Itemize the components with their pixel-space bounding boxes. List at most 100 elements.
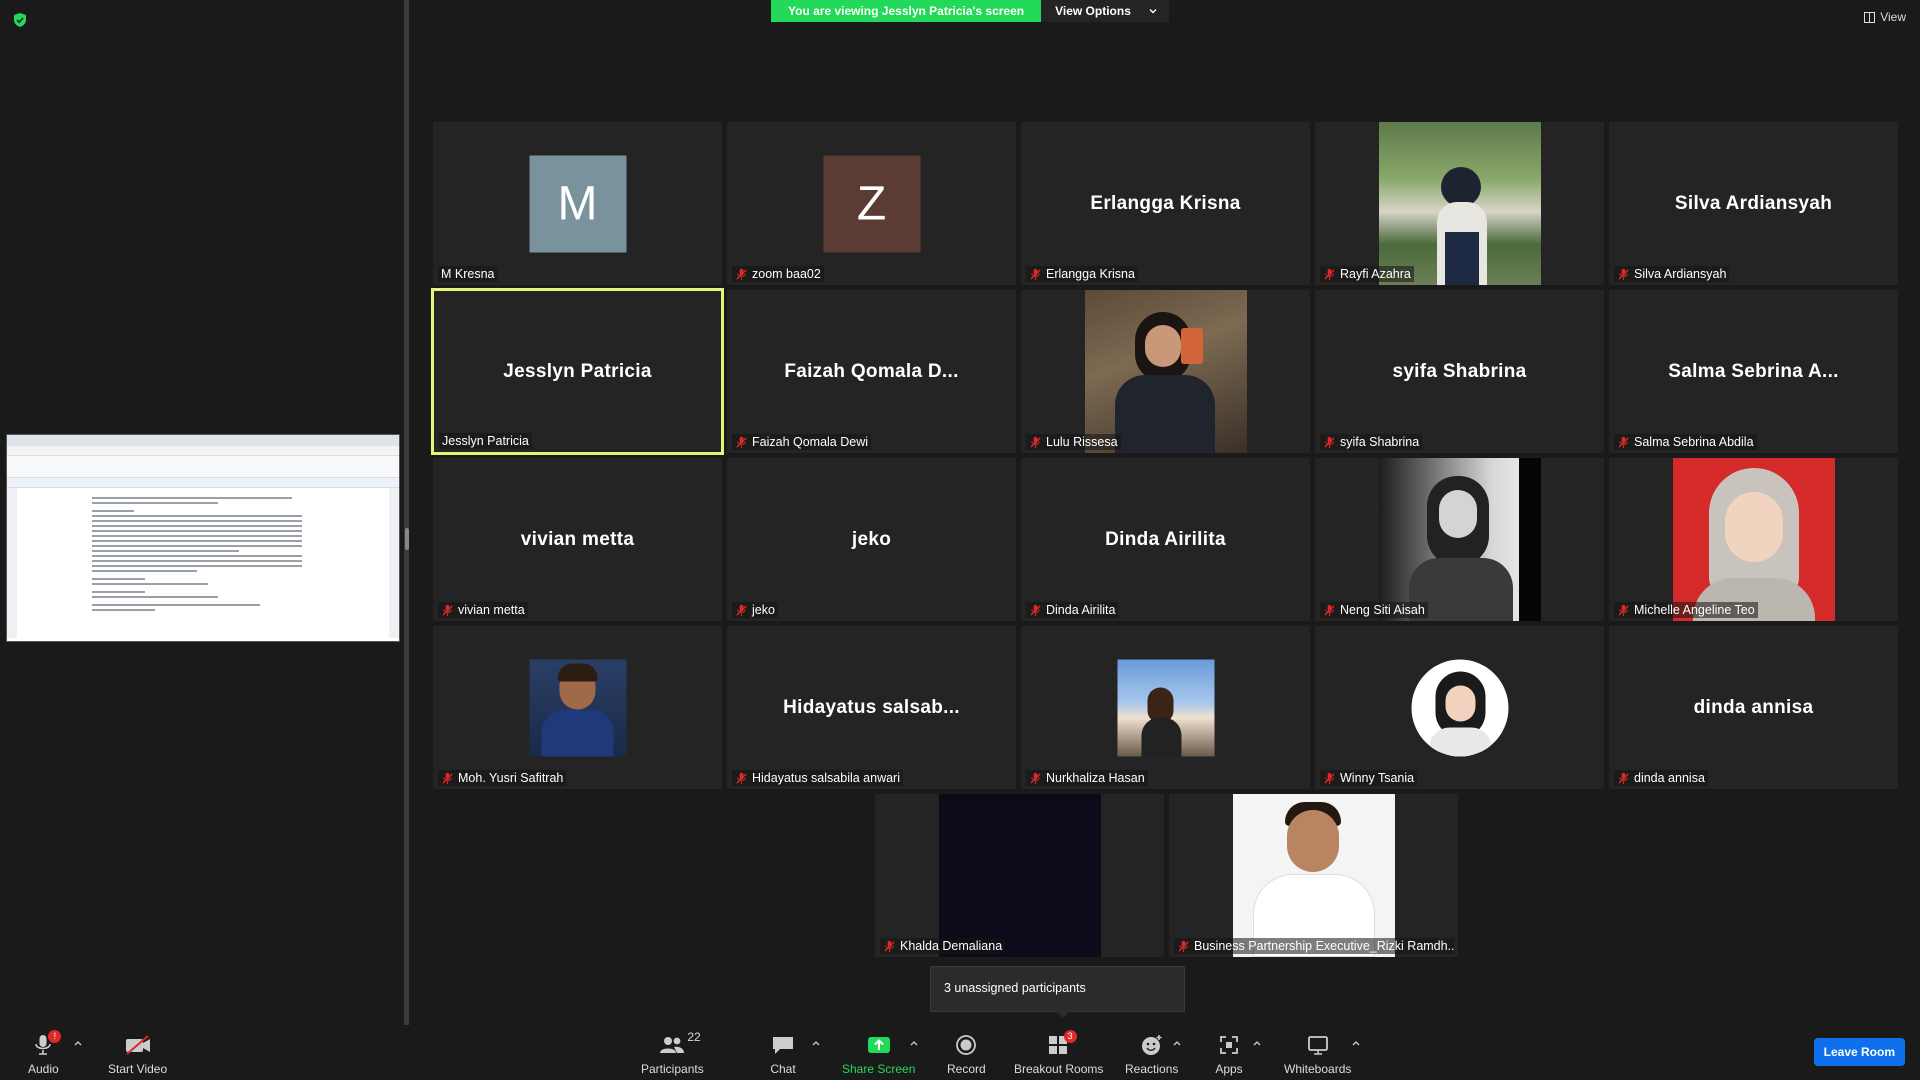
participant-name-label: syifa Shabrina	[1320, 434, 1423, 450]
start-video-button[interactable]: Start Video	[108, 1033, 167, 1076]
participant-name: Rayfi Azahra	[1340, 267, 1411, 281]
participant-tile[interactable]: Hidayatus salsab... Hidayatus salsabila …	[727, 626, 1016, 789]
audio-label: Audio	[28, 1062, 59, 1076]
audio-button[interactable]: ! Audio	[28, 1030, 62, 1076]
leave-room-button[interactable]: Leave Room	[1813, 1038, 1905, 1066]
viewing-screen-text: You are viewing Jesslyn Patricia's scree…	[771, 0, 1042, 22]
participant-name: Khalda Demaliana	[900, 939, 1003, 953]
apps-button[interactable]: Apps	[1215, 1033, 1243, 1076]
participant-name-label: Nurkhaliza Hasan	[1026, 770, 1148, 786]
participants-button[interactable]: 22 Participants	[641, 1030, 704, 1076]
reactions-label: Reactions	[1125, 1062, 1179, 1076]
participant-tile[interactable]: Dinda Airilita Dinda Airilita	[1021, 458, 1310, 621]
participant-tile[interactable]: Nurkhaliza Hasan	[1021, 626, 1310, 789]
participant-name: Winny Tsania	[1340, 771, 1415, 785]
panel-divider[interactable]	[404, 0, 409, 1025]
mic-muted-icon	[1618, 604, 1629, 616]
reactions-options-caret-icon[interactable]	[1173, 1040, 1181, 1046]
participant-tile[interactable]: Business Partnership Executive_Rizki Ram…	[1169, 794, 1458, 957]
participant-tile[interactable]: Winny Tsania	[1315, 626, 1604, 789]
participant-big-name: jeko	[851, 528, 892, 550]
avatar-letter: M	[557, 177, 598, 230]
participant-name-label: Erlangga Krisna	[1026, 266, 1138, 282]
participant-tile[interactable]: Erlangga Krisna Erlangga Krisna	[1021, 122, 1310, 285]
participant-tile[interactable]: vivian metta vivian metta	[433, 458, 722, 621]
share-banner: You are viewing Jesslyn Patricia's scree…	[771, 0, 1169, 22]
mic-muted-icon	[884, 940, 895, 952]
breakout-rooms-button[interactable]: 3 Breakout Rooms	[1014, 1030, 1103, 1076]
reactions-icon	[1138, 1033, 1166, 1057]
participant-name: Faizah Qomala Dewi	[752, 435, 869, 449]
mic-muted-icon	[736, 772, 747, 784]
participant-name-label: vivian metta	[438, 602, 528, 618]
chat-options-caret-icon[interactable]	[812, 1040, 820, 1046]
participant-tile[interactable]: syifa Shabrina syifa Shabrina	[1315, 290, 1604, 453]
participant-tile[interactable]: M M Kresna	[433, 122, 722, 285]
participant-photo	[1378, 122, 1541, 285]
participant-name-label: dinda annisa	[1614, 770, 1708, 786]
participant-big-name: dinda annisa	[1693, 696, 1814, 718]
audio-options-caret-icon[interactable]	[74, 1040, 82, 1046]
participant-name: jeko	[752, 603, 775, 617]
chat-button[interactable]: Chat	[769, 1033, 797, 1076]
whiteboards-label: Whiteboards	[1284, 1062, 1352, 1076]
participant-big-name: Silva Ardiansyah	[1674, 192, 1833, 214]
participant-tile[interactable]: Khalda Demaliana	[875, 794, 1164, 957]
participant-tile[interactable]: dinda annisa dinda annisa	[1609, 626, 1898, 789]
participant-tile[interactable]: jeko jeko	[727, 458, 1016, 621]
zoom-meeting-window: You are viewing Jesslyn Patricia's scree…	[0, 0, 1920, 1080]
whiteboards-button[interactable]: Whiteboards	[1284, 1033, 1351, 1076]
participant-tile[interactable]: Silva Ardiansyah Silva Ardiansyah	[1609, 122, 1898, 285]
mic-muted-icon	[1324, 268, 1335, 280]
chat-label: Chat	[770, 1062, 796, 1076]
apps-label: Apps	[1215, 1062, 1243, 1076]
participant-name-label: Rayfi Azahra	[1320, 266, 1414, 282]
meeting-toolbar: ! Audio Start Video 22 Participants Chat	[0, 1025, 1920, 1080]
participant-name-label: Winny Tsania	[1320, 770, 1418, 786]
whiteboard-icon	[1304, 1033, 1332, 1057]
participant-tile[interactable]: Lulu Rissesa	[1021, 290, 1310, 453]
participant-name: Salma Sebrina Abdila	[1634, 435, 1754, 449]
breakout-rooms-icon: 3	[1045, 1030, 1077, 1057]
view-button[interactable]: View	[1864, 10, 1906, 24]
participants-label: Participants	[641, 1062, 704, 1076]
share-options-caret-icon[interactable]	[910, 1040, 918, 1046]
participant-name: zoom baa02	[752, 267, 821, 281]
mic-muted-icon	[442, 772, 453, 784]
resize-handle[interactable]	[405, 528, 409, 550]
participant-tile[interactable]: Z zoom baa02	[727, 122, 1016, 285]
participant-name-label: Silva Ardiansyah	[1614, 266, 1730, 282]
participant-tile-active-speaker[interactable]: Jesslyn Patricia Jesslyn Patricia	[431, 288, 724, 455]
share-screen-button[interactable]: Share Screen	[842, 1033, 915, 1076]
participant-tile[interactable]: Moh. Yusri Safitrah	[433, 626, 722, 789]
avatar-letter: Z	[856, 177, 887, 230]
participant-tile[interactable]: Faizah Qomala D... Faizah Qomala Dewi	[727, 290, 1016, 453]
participant-name: Moh. Yusri Safitrah	[458, 771, 564, 785]
whiteboards-options-caret-icon[interactable]	[1352, 1040, 1360, 1046]
view-label: View	[1880, 10, 1906, 24]
participant-name: Silva Ardiansyah	[1634, 267, 1727, 281]
mic-muted-icon	[1030, 268, 1041, 280]
participant-tile[interactable]: Neng Siti Aisah	[1315, 458, 1604, 621]
mic-muted-icon	[1324, 604, 1335, 616]
participant-tile[interactable]: Salma Sebrina A... Salma Sebrina Abdila	[1609, 290, 1898, 453]
participant-tile[interactable]: Michelle Angeline Teo	[1609, 458, 1898, 621]
participant-big-name: Dinda Airilita	[1105, 528, 1226, 550]
view-options-label: View Options	[1055, 4, 1131, 18]
participant-big-name: Hidayatus salsab...	[783, 696, 960, 718]
tooltip-text: 3 unassigned participants	[944, 981, 1086, 995]
shared-screen-thumbnail[interactable]	[6, 434, 400, 642]
shield-icon[interactable]	[12, 12, 28, 28]
reactions-button[interactable]: Reactions	[1125, 1033, 1178, 1076]
participant-tile[interactable]: Rayfi Azahra	[1315, 122, 1604, 285]
mic-muted-icon	[1324, 772, 1335, 784]
participant-name-label: Neng Siti Aisah	[1320, 602, 1428, 618]
apps-options-caret-icon[interactable]	[1253, 1040, 1261, 1046]
participant-name: Lulu Rissesa	[1046, 435, 1118, 449]
record-button[interactable]: Record	[947, 1033, 986, 1076]
participant-name: Hidayatus salsabila anwari	[752, 771, 900, 785]
view-options-button[interactable]: View Options	[1041, 0, 1169, 22]
participant-name-label: Hidayatus salsabila anwari	[732, 770, 903, 786]
record-label: Record	[947, 1062, 986, 1076]
participant-big-name: syifa Shabrina	[1392, 360, 1527, 382]
